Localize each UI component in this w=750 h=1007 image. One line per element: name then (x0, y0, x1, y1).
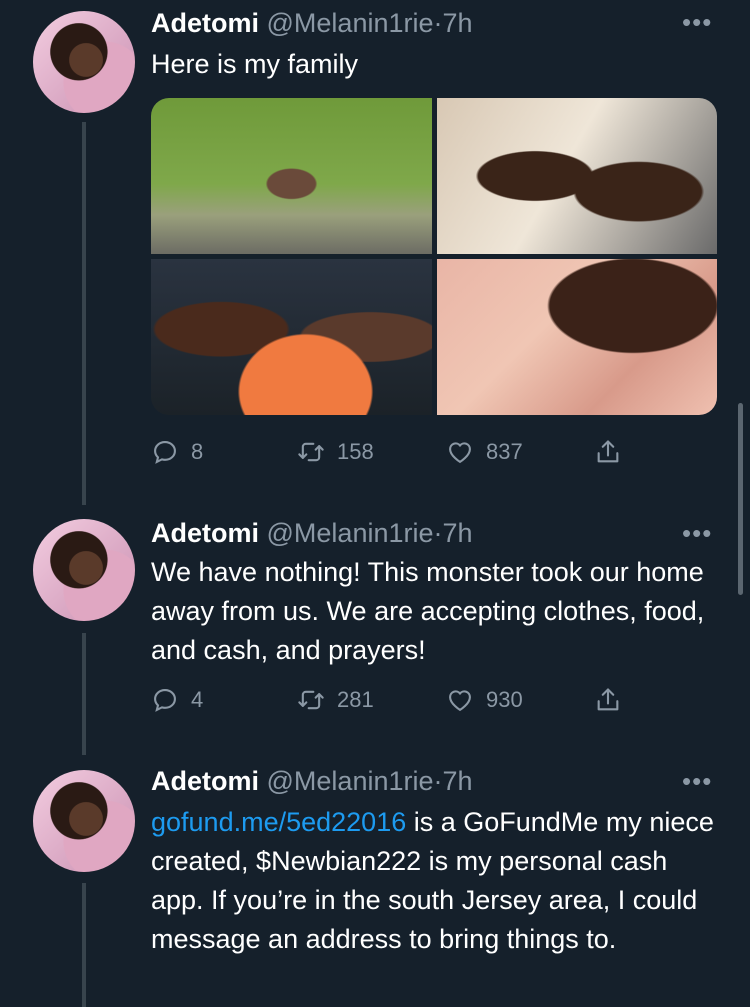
more-options-button[interactable]: ••• (682, 768, 712, 794)
user-handle[interactable]: @Melanin1rie (267, 766, 434, 796)
separator-dot: · (433, 8, 443, 38)
like-button[interactable]: 837 (446, 435, 523, 469)
retweet-count: 281 (337, 687, 374, 712)
thread-line (82, 883, 86, 1007)
photo-2[interactable] (437, 98, 717, 254)
share-button[interactable] (594, 683, 634, 717)
tweet-text: We have nothing! This monster took our h… (151, 557, 705, 665)
retweet-button[interactable]: 281 (297, 683, 374, 717)
thread-line (82, 633, 86, 755)
timestamp[interactable]: 7h (443, 8, 473, 38)
more-options-button[interactable]: ••• (682, 520, 712, 546)
retweet-icon (298, 442, 324, 462)
tweet[interactable]: Adetomi @Melanin1rie·7h ••• We have noth… (0, 505, 750, 755)
avatar[interactable] (33, 11, 135, 113)
timestamp[interactable]: 7h (443, 518, 473, 548)
reply-button[interactable]: 8 (151, 435, 203, 469)
user-handle[interactable]: @Melanin1rie (267, 8, 434, 38)
share-button[interactable] (594, 435, 634, 469)
more-options-button[interactable]: ••• (682, 9, 712, 35)
share-icon (597, 440, 619, 463)
avatar[interactable] (33, 770, 135, 872)
timestamp[interactable]: 7h (443, 766, 473, 796)
scrollbar[interactable] (738, 403, 743, 595)
display-name[interactable]: Adetomi (151, 518, 259, 548)
reply-icon (154, 689, 176, 712)
thread-line (82, 122, 86, 505)
reply-icon (154, 441, 176, 464)
tweet-actions: 8 158 837 (151, 435, 651, 469)
like-button[interactable]: 930 (446, 683, 523, 717)
photo-3[interactable] (151, 259, 432, 415)
photo-grid[interactable] (151, 98, 717, 415)
avatar[interactable] (33, 519, 135, 621)
reply-count: 4 (191, 687, 204, 712)
heart-icon (449, 690, 471, 712)
tweet-header: Adetomi @Melanin1rie·7h (151, 764, 473, 798)
tweet[interactable]: Adetomi @Melanin1rie·7h ••• gofund.me/5e… (0, 755, 750, 1007)
reply-count: 8 (191, 439, 204, 464)
display-name[interactable]: Adetomi (151, 8, 259, 38)
retweet-count: 158 (337, 439, 374, 464)
retweet-icon (298, 690, 324, 710)
like-count: 930 (486, 687, 523, 712)
photo-1[interactable] (151, 98, 432, 254)
separator-dot: · (433, 518, 443, 548)
gofundme-link[interactable]: gofund.me/5ed22016 (151, 807, 406, 837)
tweet-header: Adetomi @Melanin1rie·7h (151, 6, 473, 40)
tweet[interactable]: Adetomi @Melanin1rie·7h ••• Here is my f… (0, 0, 750, 505)
reply-button[interactable]: 4 (151, 683, 203, 717)
heart-icon (449, 442, 471, 464)
tweet-actions: 4 281 930 (151, 683, 651, 717)
retweet-button[interactable]: 158 (297, 435, 374, 469)
like-count: 837 (486, 439, 523, 464)
tweet-text: gofund.me/5ed22016 is a GoFundMe my niec… (151, 803, 721, 959)
tweet-text: Here is my family (151, 49, 359, 79)
tweet-header: Adetomi @Melanin1rie·7h (151, 516, 473, 550)
display-name[interactable]: Adetomi (151, 766, 259, 796)
user-handle[interactable]: @Melanin1rie (267, 518, 434, 548)
separator-dot: · (433, 766, 443, 796)
share-icon (597, 688, 619, 711)
photo-4[interactable] (437, 259, 717, 415)
